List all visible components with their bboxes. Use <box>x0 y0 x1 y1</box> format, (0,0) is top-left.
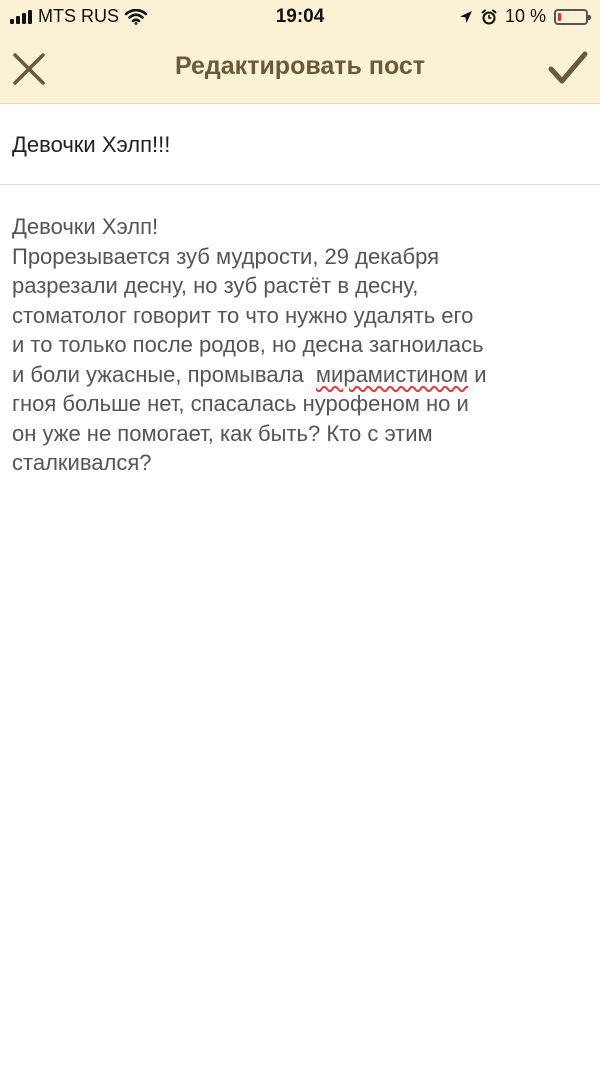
nav-bar: Редактировать пост <box>0 34 600 103</box>
status-right: 10 % <box>459 6 591 27</box>
location-arrow-icon <box>459 10 472 23</box>
page-title: Редактировать пост <box>174 52 426 80</box>
battery-level <box>558 12 561 21</box>
battery-percent: 10 % <box>504 6 546 26</box>
top-bar: MTS RUS 19:04 10 % Редактировать пост <box>0 0 600 104</box>
post-title-value: Девочки Хэлп!!! <box>12 132 171 157</box>
battery-icon <box>554 8 591 25</box>
alarm-clock-icon <box>481 9 497 24</box>
post-title-field[interactable]: Девочки Хэлп!!! <box>0 104 600 185</box>
misspelled-word[interactable]: мирамистином <box>316 362 468 387</box>
status-bar: MTS RUS 19:04 10 % <box>0 0 600 34</box>
post-body-field[interactable]: Девочки Хэлп! Прорезывается зуб мудрости… <box>12 212 588 478</box>
checkmark-icon[interactable] <box>548 48 588 88</box>
